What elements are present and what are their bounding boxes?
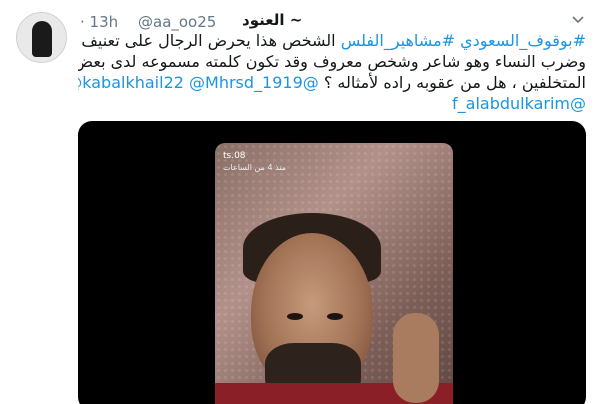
tweet-header: · 13h @aa_oo25 العنود ~ [80,11,570,31]
display-name[interactable]: العنود ~ [242,11,302,29]
chevron-down-icon[interactable] [570,13,586,27]
story-username: ts.08 [223,151,246,161]
tweet-line-1: #بوقوف_السعودي #مشاهير_الفلس الشخص هذا ي… [78,30,586,51]
mention[interactable]: @Mhrsd_1919 [189,73,303,92]
mention[interactable]: @kabalkhail22 [78,73,184,92]
story-time: منذ 4 من الساعات [223,163,286,172]
user-handle[interactable]: @aa_oo25 [138,13,216,31]
tweet-line-3: المتخلفين ، هل من عقوبه راده لأمثاله ؟ @… [78,72,586,93]
tweet-text: #بوقوف_السعودي #مشاهير_الفلس الشخص هذا ي… [78,30,586,114]
person-eye [327,313,343,320]
video-frame: ts.08 منذ 4 من الساعات [215,143,453,404]
avatar-figure [32,21,52,57]
tweet-line-text: المتخلفين ، هل من عقوبه راده لأمثاله ؟ [323,73,586,92]
tweet-line-2: وضرب النساء وهو شاعر وشخص معروف وقد تكون… [78,51,586,72]
person-hand [393,313,439,403]
person-eye [287,313,303,320]
hashtag[interactable]: #مشاهير_الفلس [341,31,455,50]
mention[interactable]: @f_alabdulkarim [452,94,586,113]
tweet-line-4: @f_alabdulkarim [78,93,586,114]
tweet-line-text: الشخص هذا يحرض الرجال على تعنيف [81,31,336,50]
tweet-line-text: وضرب النساء وهو شاعر وشخص معروف وقد تكون… [78,52,586,71]
hashtag[interactable]: #بوقوف_السعودي [460,31,586,50]
video-media[interactable]: ts.08 منذ 4 من الساعات [78,121,586,404]
avatar[interactable] [16,12,67,63]
tweet-time[interactable]: · 13h [80,13,118,31]
